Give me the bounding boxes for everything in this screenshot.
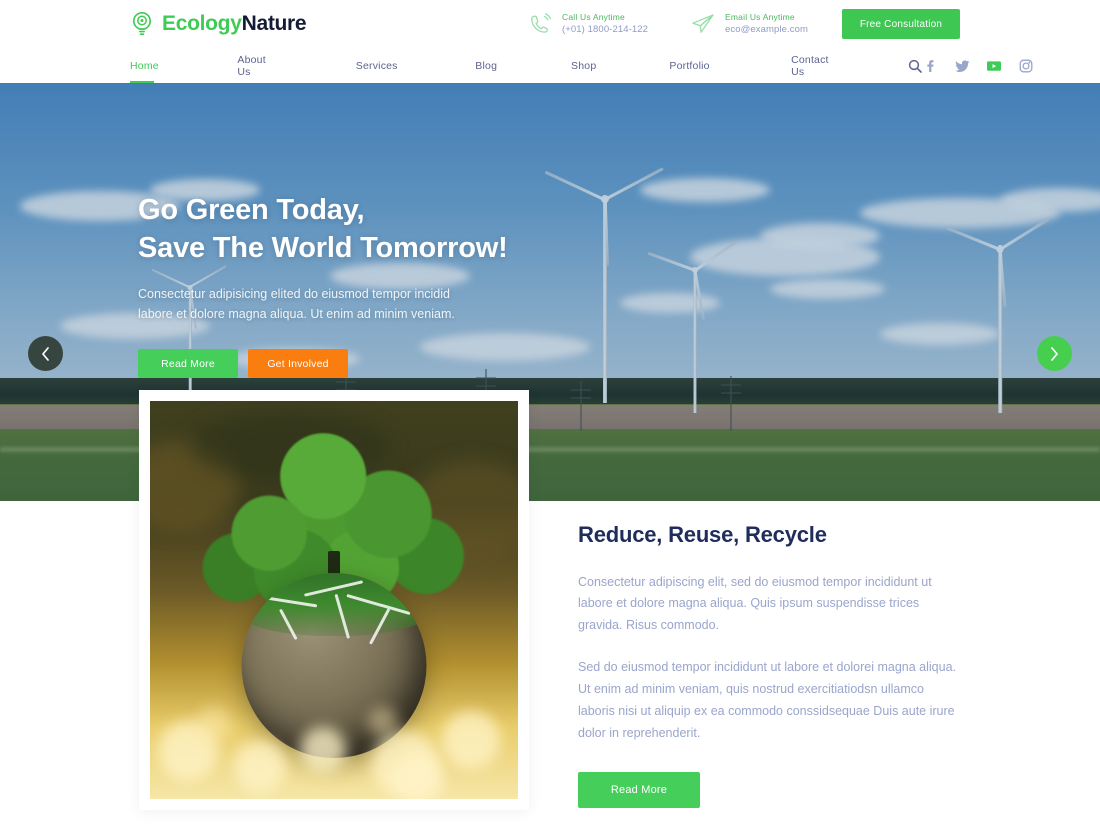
carousel-prev-arrow-icon[interactable] (28, 336, 63, 371)
nav-item-portfolio[interactable]: Portfolio (659, 60, 719, 72)
hero-get-involved-button[interactable]: Get Involved (248, 349, 348, 379)
carousel-next-arrow-icon[interactable] (1037, 336, 1072, 371)
chevron-right-icon (1051, 346, 1058, 361)
globe-crack (334, 593, 351, 639)
top-bar: EcologyNature Call Us Anytime (+01) 1800… (0, 0, 1100, 48)
globe-crack (346, 593, 411, 615)
contact-phone-label: Call Us Anytime (561, 11, 625, 22)
bokeh-light (300, 727, 346, 773)
globe-crack (303, 580, 364, 597)
about-image (150, 401, 518, 799)
bokeh-light (196, 707, 230, 741)
bokeh-light (442, 711, 500, 769)
main-navigation: Home About Us Services Blog Shop Portfol… (0, 48, 1100, 84)
hero-read-more-button[interactable]: Read More (138, 349, 238, 379)
hero-title-line1: Go Green Today, (138, 194, 365, 226)
contact-phone-text: Call Us Anytime (+01) 1800-214-122 (562, 11, 648, 37)
facebook-icon[interactable] (922, 58, 938, 74)
hero-content: Go Green Today, Save The World Tomorrow!… (138, 83, 698, 379)
search-icon[interactable] (908, 55, 923, 77)
contact-email-value: eco@example.com (725, 24, 808, 36)
about-paragraph-1: Consectetur adipiscing elit, sed do eius… (578, 574, 932, 633)
contact-phone-value: (+01) 1800-214-122 (561, 24, 649, 36)
nav-item-services[interactable]: Services (346, 60, 408, 72)
globe-crack (279, 608, 298, 640)
nav-item-home[interactable]: Home (130, 59, 169, 84)
twitter-icon[interactable] (954, 58, 970, 74)
site-logo[interactable]: EcologyNature (130, 10, 307, 38)
brand-text-first: Ecology (162, 12, 242, 35)
contact-email-label: Email Us Anytime (725, 11, 795, 22)
bokeh-light (394, 755, 444, 799)
nav-item-shop[interactable]: Shop (561, 60, 606, 72)
instagram-icon[interactable] (1018, 58, 1034, 74)
nav-item-home-label: Home (130, 59, 159, 72)
brand-text: EcologyNature (162, 12, 307, 36)
about-heading: Reduce, Reuse, Recycle (578, 522, 827, 547)
lightbulb-icon (130, 10, 154, 38)
bokeh-light (368, 707, 398, 737)
hero-buttons: Read More Get Involved (138, 349, 698, 379)
free-consultation-button[interactable]: Free Consultation (842, 9, 960, 39)
paper-plane-icon (690, 11, 716, 37)
about-text-column: Reduce, Reuse, Recycle Consectetur adipi… (578, 521, 963, 808)
about-read-more-button[interactable]: Read More (578, 771, 700, 808)
social-links (922, 58, 1034, 74)
bokeh-light (234, 741, 286, 793)
globe-crack (369, 608, 390, 645)
brand-text-second: Nature (241, 12, 307, 35)
hero-title: Go Green Today, Save The World Tomorrow! (138, 191, 698, 268)
phone-icon (527, 11, 553, 37)
hero-paragraph: Consectetur adipisicing elited do eiusmo… (138, 286, 455, 321)
hero-title-line2: Save The World Tomorrow! (138, 232, 508, 265)
nav-list: Home About Us Services Blog Shop Portfol… (130, 54, 851, 84)
chevron-left-icon (42, 346, 49, 361)
about-image-frame (139, 390, 529, 810)
header-contacts: Call Us Anytime (+01) 1800-214-122 Email… (527, 11, 808, 37)
youtube-icon[interactable] (986, 58, 1002, 74)
contact-email[interactable]: Email Us Anytime eco@example.com (690, 11, 808, 37)
contact-email-text: Email Us Anytime eco@example.com (725, 11, 808, 37)
nav-item-contact-us[interactable]: Contact Us (781, 54, 851, 78)
about-paragraph-2: Sed do eiusmod tempor incididunt ut labo… (578, 660, 957, 740)
about-section: Reduce, Reuse, Recycle Consectetur adipi… (0, 390, 1100, 825)
contact-phone[interactable]: Call Us Anytime (+01) 1800-214-122 (527, 11, 648, 37)
nav-item-about-us[interactable]: About Us (227, 54, 289, 78)
nav-item-blog[interactable]: Blog (465, 60, 507, 72)
